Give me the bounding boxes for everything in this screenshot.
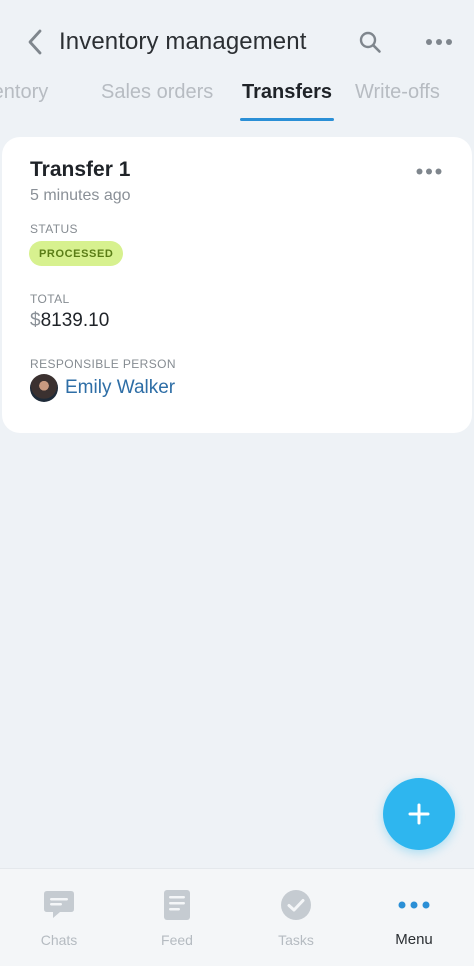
card-more-button[interactable]: [414, 163, 444, 179]
page-title: Inventory management: [59, 28, 307, 55]
add-button[interactable]: [383, 778, 455, 850]
bottom-navigation: Chats Feed Tasks Menu: [0, 868, 474, 966]
status-label: STATUS: [30, 222, 78, 236]
tab-bar: Inventory Sales orders Transfers Write-o…: [0, 72, 474, 122]
check-circle-icon: [281, 890, 311, 920]
chat-icon: [44, 891, 74, 918]
total-label: TOTAL: [30, 292, 70, 306]
nav-menu[interactable]: Menu: [369, 887, 459, 957]
transfer-card[interactable]: Transfer 1 5 minutes ago STATUS PROCESSE…: [2, 137, 472, 433]
top-bar: Inventory management Inventory Sales ord…: [0, 0, 474, 126]
feed-icon: [164, 890, 190, 920]
more-horizontal-icon: [426, 39, 452, 45]
nav-feed[interactable]: Feed: [132, 887, 222, 957]
nav-label: Feed: [161, 932, 193, 948]
more-options-button[interactable]: [424, 30, 454, 54]
transfer-title: Transfer 1: [30, 158, 131, 181]
plus-icon: [408, 803, 430, 825]
back-button[interactable]: [22, 28, 48, 56]
responsible-person-label: RESPONSIBLE PERSON: [30, 357, 176, 371]
more-horizontal-icon: [416, 168, 442, 174]
nav-label: Tasks: [278, 932, 314, 948]
tab-transfers[interactable]: Transfers: [242, 78, 332, 106]
nav-tasks[interactable]: Tasks: [251, 887, 341, 957]
tab-sales-orders[interactable]: Sales orders: [101, 78, 213, 106]
person-name-link[interactable]: Emily Walker: [65, 375, 175, 401]
responsible-person[interactable]: Emily Walker: [30, 373, 175, 403]
total-value: 8139.10: [40, 310, 110, 331]
total-amount: $8139.10: [30, 308, 109, 334]
nav-label: Chats: [40, 932, 78, 948]
nav-chats[interactable]: Chats: [14, 887, 104, 957]
chevron-left-icon: [28, 29, 42, 55]
active-tab-indicator: [240, 118, 334, 121]
tab-inventory[interactable]: Inventory: [0, 78, 48, 106]
status-badge: PROCESSED: [29, 241, 124, 266]
avatar: [30, 374, 58, 402]
more-horizontal-icon: [398, 901, 430, 909]
nav-label: Menu: [395, 931, 433, 948]
search-icon: [359, 31, 381, 53]
tab-write-offs[interactable]: Write-offs: [355, 78, 440, 106]
transfer-timestamp: 5 minutes ago: [30, 187, 131, 204]
search-button[interactable]: [356, 28, 384, 56]
currency-symbol: $: [30, 310, 41, 331]
